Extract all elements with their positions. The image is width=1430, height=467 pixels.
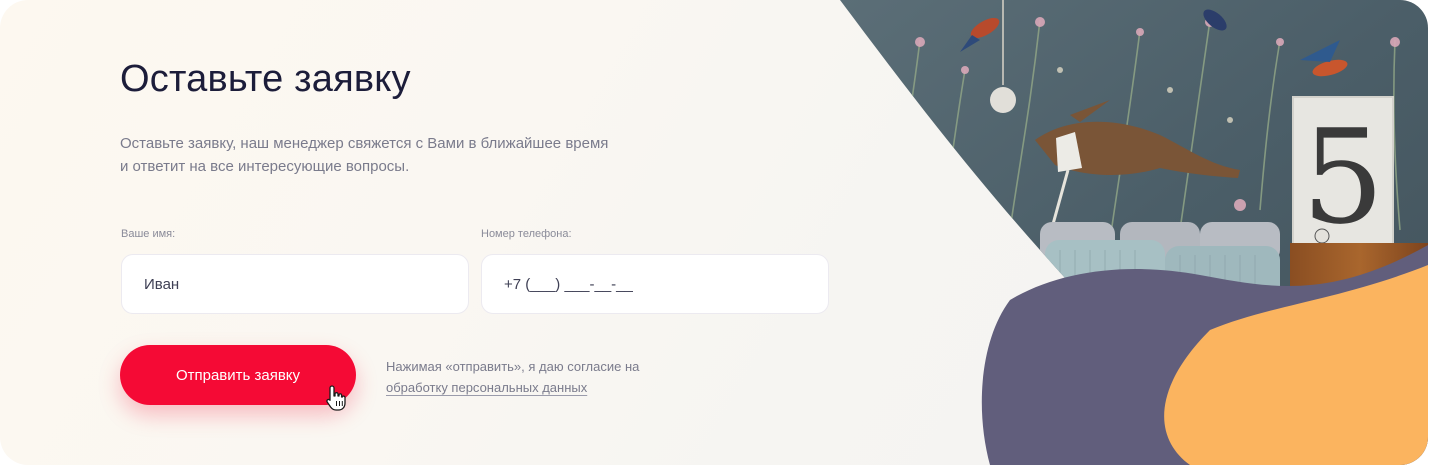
hand-pointer-icon (326, 385, 346, 411)
page-title: Оставьте заявку (120, 58, 411, 100)
personal-data-link[interactable]: обработку персональных данных (386, 380, 587, 395)
request-form-card: 5 Оставьте заявку Оставьте заявку, наш м… (0, 0, 1428, 465)
name-field-label: Ваше имя: (121, 228, 176, 240)
poster-digit: 5 (1302, 101, 1385, 253)
phone-field-label: Номер телефона: (481, 228, 572, 240)
submit-request-button[interactable]: Отправить заявку (120, 345, 356, 405)
name-input[interactable] (121, 254, 469, 314)
consent-note: Нажимая «отправить», я даю согласие на о… (386, 356, 706, 398)
consent-text: Нажимая «отправить», я даю согласие на (386, 359, 640, 374)
phone-input[interactable] (481, 254, 829, 314)
form-subtitle: Оставьте заявку, наш менеджер свяжется с… (120, 135, 609, 175)
